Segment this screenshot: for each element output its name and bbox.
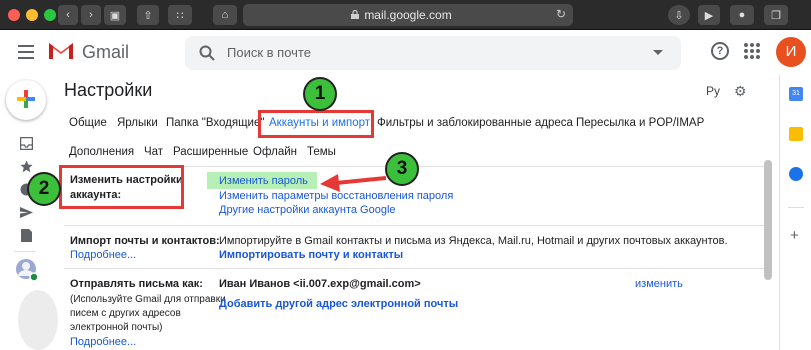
help-icon[interactable]: ? [711,42,729,60]
forward-button[interactable]: › [81,5,101,25]
page-title: Настройки [64,80,153,100]
gear-icon[interactable]: ⚙ [734,83,747,100]
tab-themes[interactable]: Темы [307,146,336,158]
home-icon: ⌂ [221,9,229,21]
address-bar[interactable]: mail.google.com ↻ [243,4,573,26]
main-menu-icon[interactable] [18,45,34,63]
right-addons-rail: 31 + [779,75,811,350]
keep-icon[interactable] [789,127,803,141]
gmail-logo-text: Gmail [82,42,130,62]
tabs-icon: ❐ [771,9,781,22]
back-button[interactable]: ‹ [58,5,78,25]
reload-icon[interactable]: ↻ [556,7,566,21]
get-addons-icon[interactable]: + [790,227,799,244]
tab-overview-button[interactable]: ❐ [764,5,788,25]
send-as-note-2: писем с других адресов [70,308,181,319]
minimize-window-button[interactable] [26,9,38,21]
import-mail-contacts-link[interactable]: Импортировать почту и контакты [219,249,403,261]
google-account-settings-link[interactable]: Другие настройки аккаунта Google [219,204,396,216]
calendar-icon[interactable]: 31 [789,87,803,101]
grid-icon: ∷ [176,9,184,22]
tab-general[interactable]: Общие [69,117,107,129]
star-icon[interactable] [20,160,33,173]
sent-icon[interactable] [20,206,33,219]
highlight-box-tab [258,110,374,138]
change-password-link[interactable]: Изменить пароль [219,175,308,187]
share-icon: ⇧ [143,9,153,22]
inbox-icon[interactable] [20,137,33,150]
step-badge-1: 1 [303,77,337,111]
chevron-left-icon: ‹ [66,9,70,21]
browser-toolbar: ‹ › ▣ ⇧ ∷ ⌂ mail.google.com ↻ ⇩ ▶ ● ❐ [0,0,811,30]
play-icon: ▶ [704,9,714,22]
language-selector[interactable]: Ру [706,84,720,98]
gmail-header: Gmail Поиск в почте ? И [0,30,811,75]
sidebar-button[interactable]: ▣ [104,5,126,25]
add-email-address-link[interactable]: Добавить другой адрес электронной почты [219,298,458,310]
send-as-identity: Иван Иванов <ii.007.exp@gmail.com> [219,278,421,290]
rail-divider [14,251,36,252]
search-input[interactable]: Поиск в почте [185,36,681,70]
account-avatar[interactable]: И [776,37,806,67]
tab-addons[interactable]: Дополнения [69,146,134,158]
hangouts-avatar-icon[interactable] [15,258,39,282]
tips-button[interactable]: ● [730,5,754,25]
step-badge-2: 2 [27,172,61,206]
drafts-icon[interactable] [20,229,33,242]
section-divider-1 [64,225,764,226]
apps-grid-icon[interactable] [744,43,760,59]
chevron-right-icon: › [89,9,93,21]
tasks-icon[interactable] [789,167,803,181]
tab-labels[interactable]: Ярлыки [117,117,158,129]
tab-forwarding[interactable]: Пересылка и POP/IMAP [576,117,704,129]
send-as-note: (Используйте Gmail для отправки [70,294,226,305]
tabs-grid-button[interactable]: ∷ [168,5,192,25]
addons-divider [788,207,804,208]
import-description: Импортируйте в Gmail контакты и письма и… [219,235,728,247]
search-icon [199,45,215,61]
pointer-arrow-icon [320,174,387,192]
download-icon: ⇩ [674,9,684,22]
send-as-more-link[interactable]: Подробнее... [70,336,136,348]
highlight-box-account-settings [59,165,184,209]
left-nav-rail [0,75,58,350]
sidebar-icon: ▣ [109,9,121,22]
media-button[interactable]: ▶ [698,5,720,25]
zoom-window-button[interactable] [44,9,56,21]
download-button[interactable]: ⇩ [668,5,690,25]
edit-identity-link[interactable]: изменить [635,278,683,290]
send-as-note-3: электронной почты) [70,322,163,333]
search-options-icon[interactable] [653,50,663,55]
search-placeholder: Поиск в почте [227,45,311,60]
tab-filters[interactable]: Фильтры и заблокированные адреса [377,117,573,129]
step-badge-3: 3 [385,152,419,186]
url-text: mail.google.com [364,8,452,22]
home-button[interactable]: ⌂ [213,5,237,25]
tab-inbox[interactable]: Папка "Входящие" [166,117,264,129]
tab-chat[interactable]: Чат [144,146,163,158]
lightbulb-icon: ● [738,9,746,21]
tab-offline[interactable]: Офлайн [253,146,297,158]
settings-scrollbar[interactable] [764,160,772,280]
plus-icon [17,90,35,108]
compose-button[interactable] [6,80,46,120]
send-as-label: Отправлять письма как: [70,278,203,290]
lock-icon [351,10,359,19]
gmail-logo-icon [49,43,73,59]
import-label: Импорт почты и контактов: [70,235,220,247]
tab-advanced[interactable]: Расширенные [173,146,248,158]
share-button[interactable]: ⇧ [137,5,159,25]
import-more-link[interactable]: Подробнее... [70,249,136,261]
close-window-button[interactable] [8,9,20,21]
hangouts-placeholder [18,290,58,350]
section-divider-2 [64,268,764,269]
